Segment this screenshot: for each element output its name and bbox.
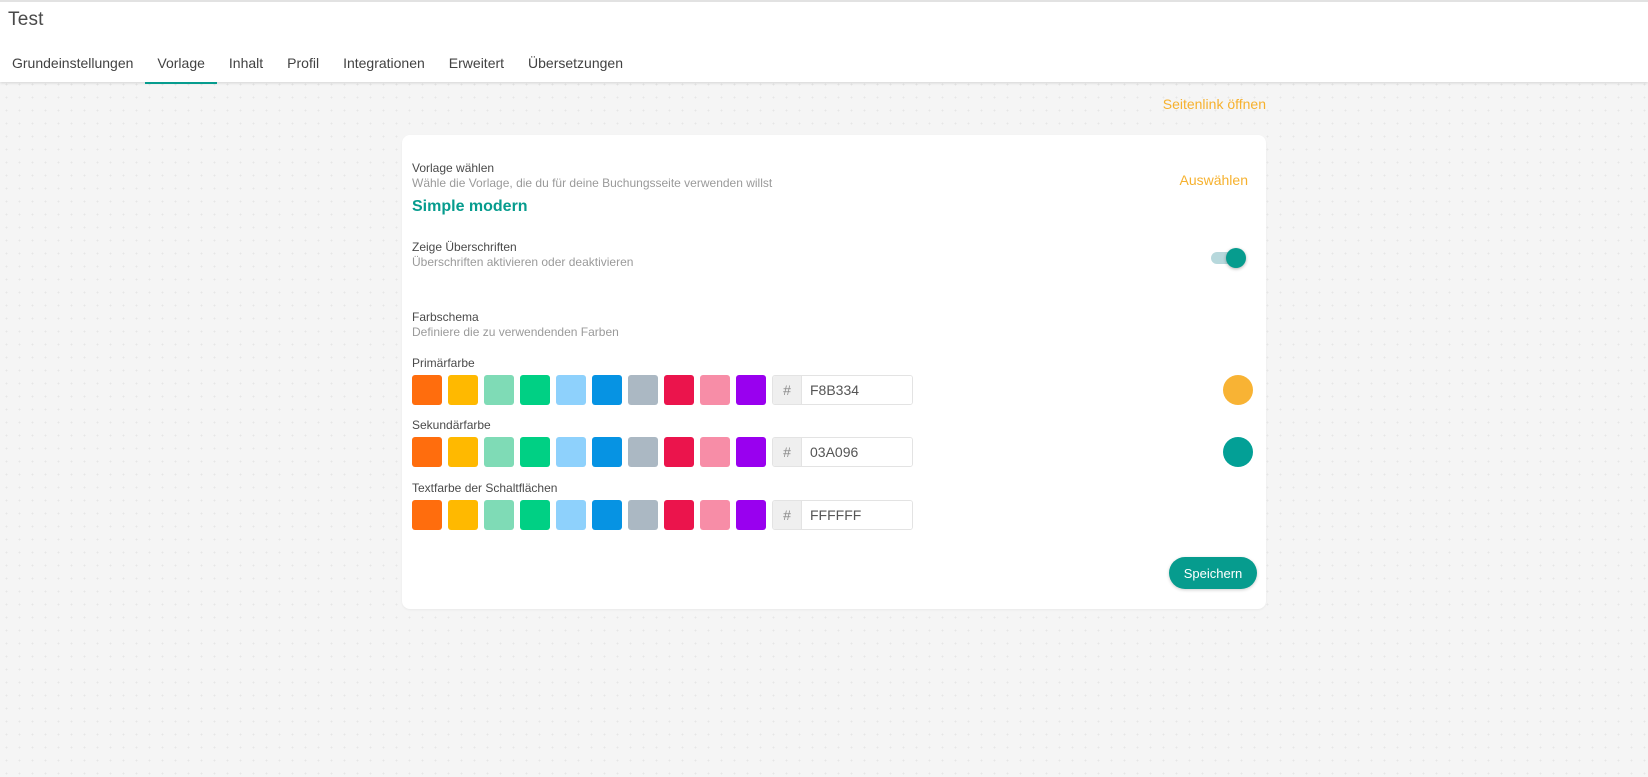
- button-text-swatch-gray[interactable]: [628, 500, 658, 530]
- tab-uebersetzungen[interactable]: Übersetzungen: [516, 42, 635, 84]
- template-settings-card: Vorlage wählen Wähle die Vorlage, die du…: [402, 135, 1266, 609]
- tab-profil[interactable]: Profil: [275, 42, 331, 84]
- secondary-swatch-red[interactable]: [664, 437, 694, 467]
- primary-swatch-green[interactable]: [520, 375, 550, 405]
- select-template-button[interactable]: Auswählen: [1180, 172, 1249, 188]
- hash-prefix: #: [773, 501, 802, 529]
- secondary-swatch-green[interactable]: [520, 437, 550, 467]
- primary-swatch-purple[interactable]: [736, 375, 766, 405]
- primary-swatch-row: #: [412, 375, 913, 405]
- tab-bar: Grundeinstellungen Vorlage Inhalt Profil…: [0, 42, 635, 84]
- secondary-swatch-amber[interactable]: [448, 437, 478, 467]
- secondary-swatch-mint[interactable]: [484, 437, 514, 467]
- primary-hex-group: #: [772, 375, 913, 405]
- headings-description: Überschriften aktivieren oder deaktivier…: [412, 255, 634, 269]
- template-title: Vorlage wählen: [412, 161, 495, 175]
- button-text-hex-group: #: [772, 500, 913, 530]
- headings-title: Zeige Überschriften: [412, 240, 517, 254]
- button-text-swatch-row: #: [412, 500, 913, 530]
- button-text-swatch-red[interactable]: [664, 500, 694, 530]
- primary-color-preview[interactable]: [1223, 375, 1253, 405]
- page-title: Test: [8, 9, 44, 30]
- button-text-swatch-orange[interactable]: [412, 500, 442, 530]
- button-text-swatch-pink[interactable]: [700, 500, 730, 530]
- tab-erweitert[interactable]: Erweitert: [437, 42, 516, 84]
- headings-toggle[interactable]: [1209, 247, 1249, 269]
- button-text-hex-input[interactable]: [802, 501, 912, 529]
- primary-swatch-orange[interactable]: [412, 375, 442, 405]
- secondary-hex-group: #: [772, 437, 913, 467]
- primary-swatch-amber[interactable]: [448, 375, 478, 405]
- primary-color-label: Primärfarbe: [412, 356, 475, 370]
- secondary-swatch-light-blue[interactable]: [556, 437, 586, 467]
- secondary-swatch-gray[interactable]: [628, 437, 658, 467]
- primary-hex-input[interactable]: [802, 376, 912, 404]
- button-text-swatch-mint[interactable]: [484, 500, 514, 530]
- hash-prefix: #: [773, 438, 802, 466]
- button-text-swatch-blue[interactable]: [592, 500, 622, 530]
- secondary-swatch-blue[interactable]: [592, 437, 622, 467]
- primary-swatch-mint[interactable]: [484, 375, 514, 405]
- button-text-swatch-amber[interactable]: [448, 500, 478, 530]
- tab-integrationen[interactable]: Integrationen: [331, 42, 437, 84]
- color-scheme-description: Definiere die zu verwendenden Farben: [412, 325, 619, 339]
- primary-swatch-blue[interactable]: [592, 375, 622, 405]
- secondary-color-label: Sekundärfarbe: [412, 418, 491, 432]
- button-text-swatch-green[interactable]: [520, 500, 550, 530]
- tab-inhalt[interactable]: Inhalt: [217, 42, 275, 84]
- button-text-color-label: Textfarbe der Schaltflächen: [412, 481, 558, 495]
- primary-swatch-gray[interactable]: [628, 375, 658, 405]
- hash-prefix: #: [773, 376, 802, 404]
- color-scheme-title: Farbschema: [412, 310, 479, 324]
- primary-swatch-pink[interactable]: [700, 375, 730, 405]
- button-text-swatch-purple[interactable]: [736, 500, 766, 530]
- toggle-thumb: [1226, 248, 1246, 268]
- save-button[interactable]: Speichern: [1169, 557, 1257, 589]
- tab-vorlage[interactable]: Vorlage: [145, 42, 218, 84]
- secondary-swatch-orange[interactable]: [412, 437, 442, 467]
- open-page-link[interactable]: Seitenlink öffnen: [1163, 96, 1266, 112]
- selected-template-name: Simple modern: [412, 198, 528, 215]
- primary-swatch-light-blue[interactable]: [556, 375, 586, 405]
- secondary-hex-input[interactable]: [802, 438, 912, 466]
- top-bar: Test Grundeinstellungen Vorlage Inhalt P…: [0, 0, 1648, 84]
- button-text-swatch-light-blue[interactable]: [556, 500, 586, 530]
- primary-swatch-red[interactable]: [664, 375, 694, 405]
- secondary-color-preview[interactable]: [1223, 437, 1253, 467]
- tab-grundeinstellungen[interactable]: Grundeinstellungen: [0, 42, 145, 84]
- template-description: Wähle die Vorlage, die du für deine Buch…: [412, 176, 773, 190]
- secondary-swatch-purple[interactable]: [736, 437, 766, 467]
- secondary-swatch-pink[interactable]: [700, 437, 730, 467]
- secondary-swatch-row: #: [412, 437, 913, 467]
